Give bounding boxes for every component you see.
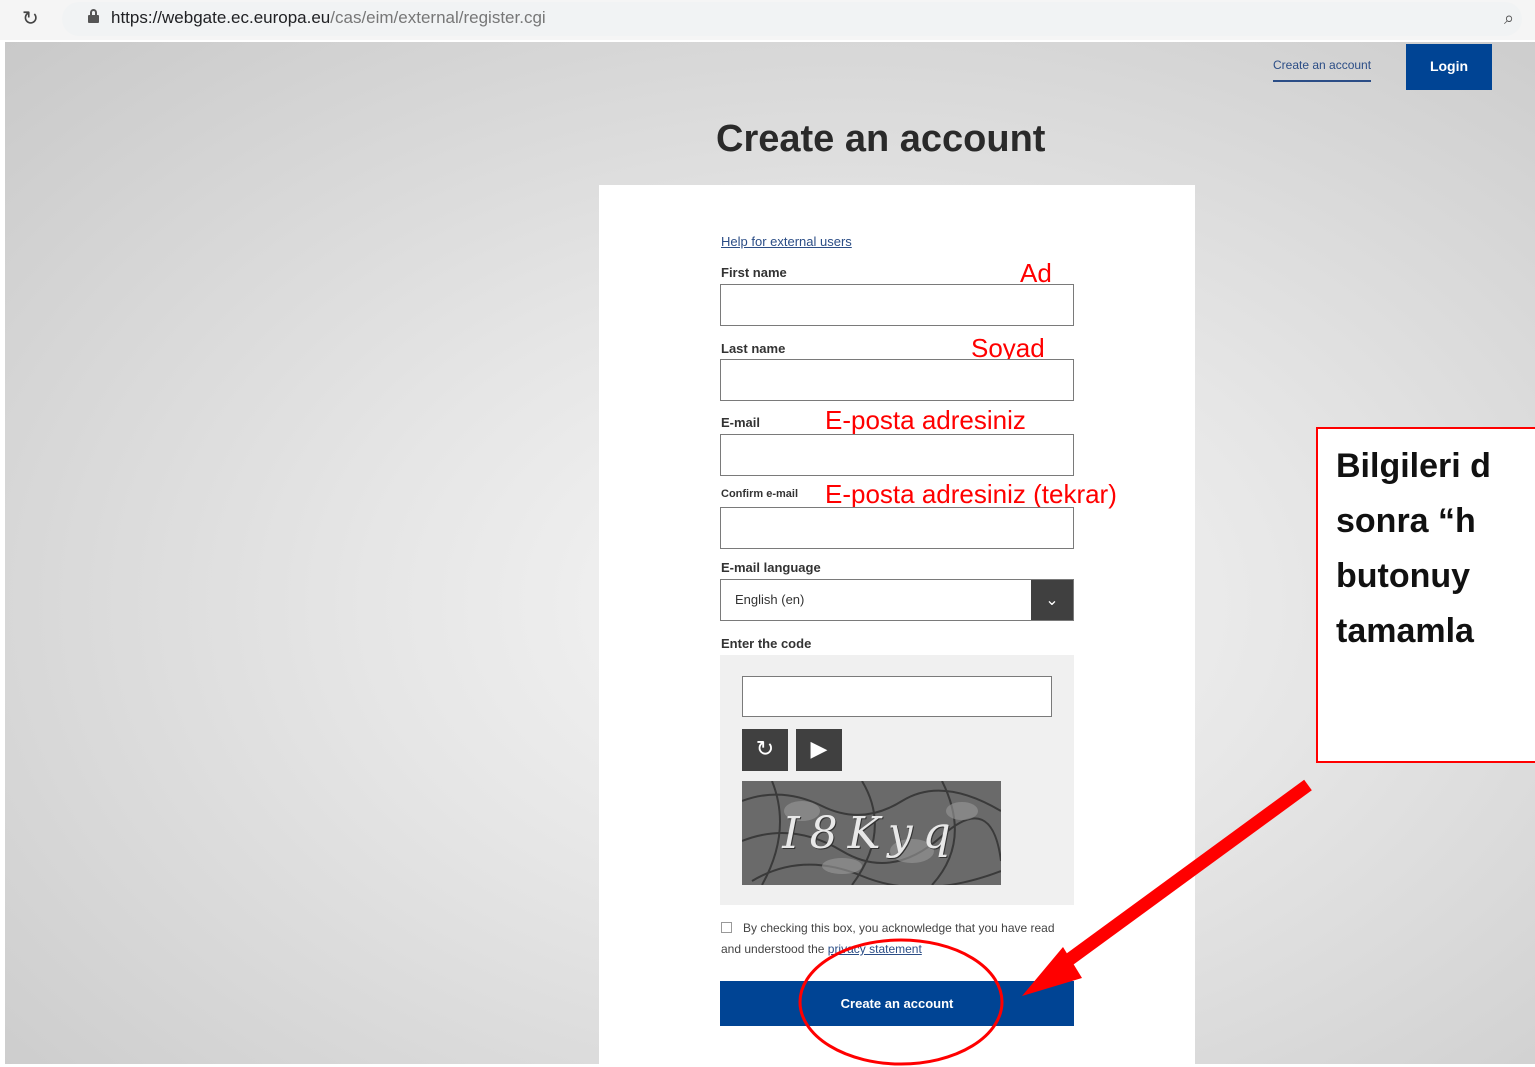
first-name-label: First name (721, 265, 787, 280)
browser-toolbar: ↻ https://webgate.ec.europa.eu/cas/eim/e… (0, 0, 1535, 40)
confirm-email-label: Confirm e-mail (721, 488, 799, 500)
note-line: Bilgileri d (1336, 447, 1491, 485)
help-link[interactable]: Help for external users (721, 234, 852, 249)
chevron-down-icon[interactable]: ⌄ (1031, 580, 1073, 620)
last-name-label: Last name (721, 341, 786, 356)
note-line: sonra “h (1336, 502, 1476, 540)
captcha-input[interactable] (742, 676, 1052, 717)
confirm-email-input[interactable] (720, 507, 1074, 549)
lock-icon (88, 9, 99, 23)
url-text[interactable]: https://webgate.ec.europa.eu/cas/eim/ext… (111, 8, 546, 28)
confirm-email-annotation: E-posta adresiniz (tekrar) (825, 479, 1117, 509)
note-line: tamamla (1336, 612, 1474, 650)
refresh-icon[interactable]: ↻ (742, 729, 788, 771)
language-select[interactable]: English (en) ⌄ (720, 579, 1074, 621)
email-annotation: E-posta adresiniz (825, 405, 1026, 435)
email-input[interactable] (720, 434, 1074, 476)
note-line: butonuy (1336, 557, 1471, 595)
language-label: E-mail language (721, 560, 821, 575)
captcha-image: I8Kyq (742, 781, 1001, 885)
play-audio-icon[interactable]: ▶ (796, 729, 842, 771)
reload-icon[interactable]: ↻ (22, 6, 39, 30)
email-label: E-mail (721, 415, 761, 430)
privacy-link[interactable]: privacy statement (828, 942, 922, 956)
zoom-icon[interactable]: ⌕ (1504, 8, 1514, 29)
privacy-text: By checking this box, you acknowledge th… (721, 921, 1055, 956)
create-account-button[interactable]: Create an account (720, 981, 1074, 1026)
code-label: Enter the code (721, 636, 812, 651)
first-name-input[interactable] (720, 284, 1074, 326)
create-account-link[interactable]: Create an account (1273, 58, 1372, 82)
instruction-note: Bilgileri d sonra “h butonuy tamamla (1316, 427, 1535, 763)
captcha-text: I8Kyq (782, 807, 961, 859)
login-button[interactable]: Login (1406, 44, 1492, 90)
language-value: English (en) (735, 592, 805, 607)
last-name-input[interactable] (720, 359, 1074, 401)
page-title: Create an account (716, 118, 1046, 160)
